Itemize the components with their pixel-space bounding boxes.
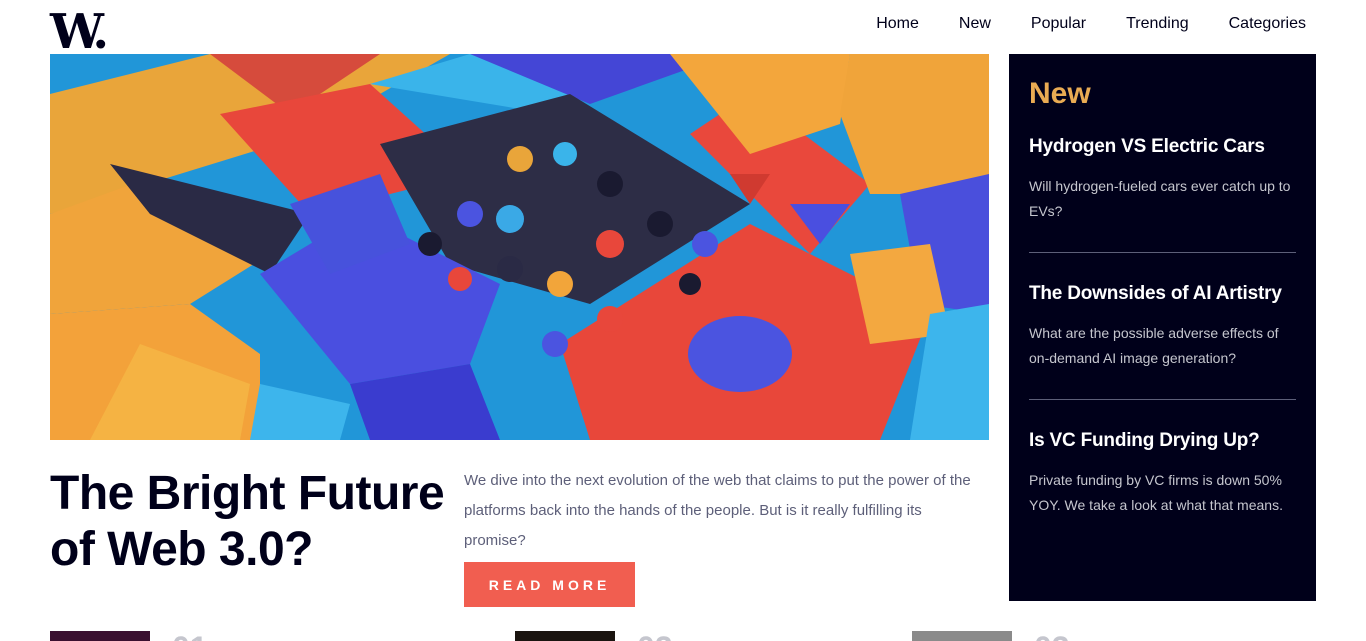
news-title[interactable]: Is VC Funding Drying Up? xyxy=(1029,428,1296,454)
hero-image xyxy=(50,54,989,440)
headline: The Bright Future of Web 3.0? xyxy=(50,467,445,576)
hero-illustration xyxy=(50,54,989,440)
news-item: Hydrogen VS Electric Cars Will hydrogen-… xyxy=(1029,134,1296,224)
news-desc: Will hydrogen-fueled cars ever catch up … xyxy=(1029,178,1291,219)
article-thumbnail[interactable] xyxy=(50,631,150,641)
news-title[interactable]: The Downsides of AI Artistry xyxy=(1029,281,1296,307)
sidebar-title: New xyxy=(1029,77,1091,110)
divider xyxy=(1029,252,1296,253)
main-nav: Home New Popular Trending Categories xyxy=(836,14,1306,34)
new-sidebar: New Hydrogen VS Electric Cars Will hydro… xyxy=(1009,54,1316,601)
nav-new[interactable]: New xyxy=(959,14,991,34)
nav-trending[interactable]: Trending xyxy=(1126,14,1189,34)
divider xyxy=(1029,399,1296,400)
nav-categories[interactable]: Categories xyxy=(1229,14,1306,34)
nav-popular[interactable]: Popular xyxy=(1031,14,1086,34)
article-thumbnail[interactable] xyxy=(912,631,1012,641)
news-desc: Private funding by VC firms is down 50% … xyxy=(1029,472,1283,513)
page: W. Home New Popular Trending Categories xyxy=(0,0,1366,641)
read-more-button[interactable]: READ MORE xyxy=(464,562,635,607)
news-desc: What are the possible adverse effects of… xyxy=(1029,325,1279,366)
article-number: 02 xyxy=(637,632,673,641)
intro-text: We dive into the next evolution of the w… xyxy=(464,472,971,549)
news-title[interactable]: Hydrogen VS Electric Cars xyxy=(1029,134,1296,160)
nav-home[interactable]: Home xyxy=(876,14,919,34)
article-number: 01 xyxy=(172,632,208,641)
news-item: The Downsides of AI Artistry What are th… xyxy=(1029,281,1296,371)
logo[interactable]: W. xyxy=(50,8,109,56)
article-thumbnail[interactable] xyxy=(515,631,615,641)
news-item: Is VC Funding Drying Up? Private funding… xyxy=(1029,428,1296,518)
article-number: 03 xyxy=(1034,632,1070,641)
